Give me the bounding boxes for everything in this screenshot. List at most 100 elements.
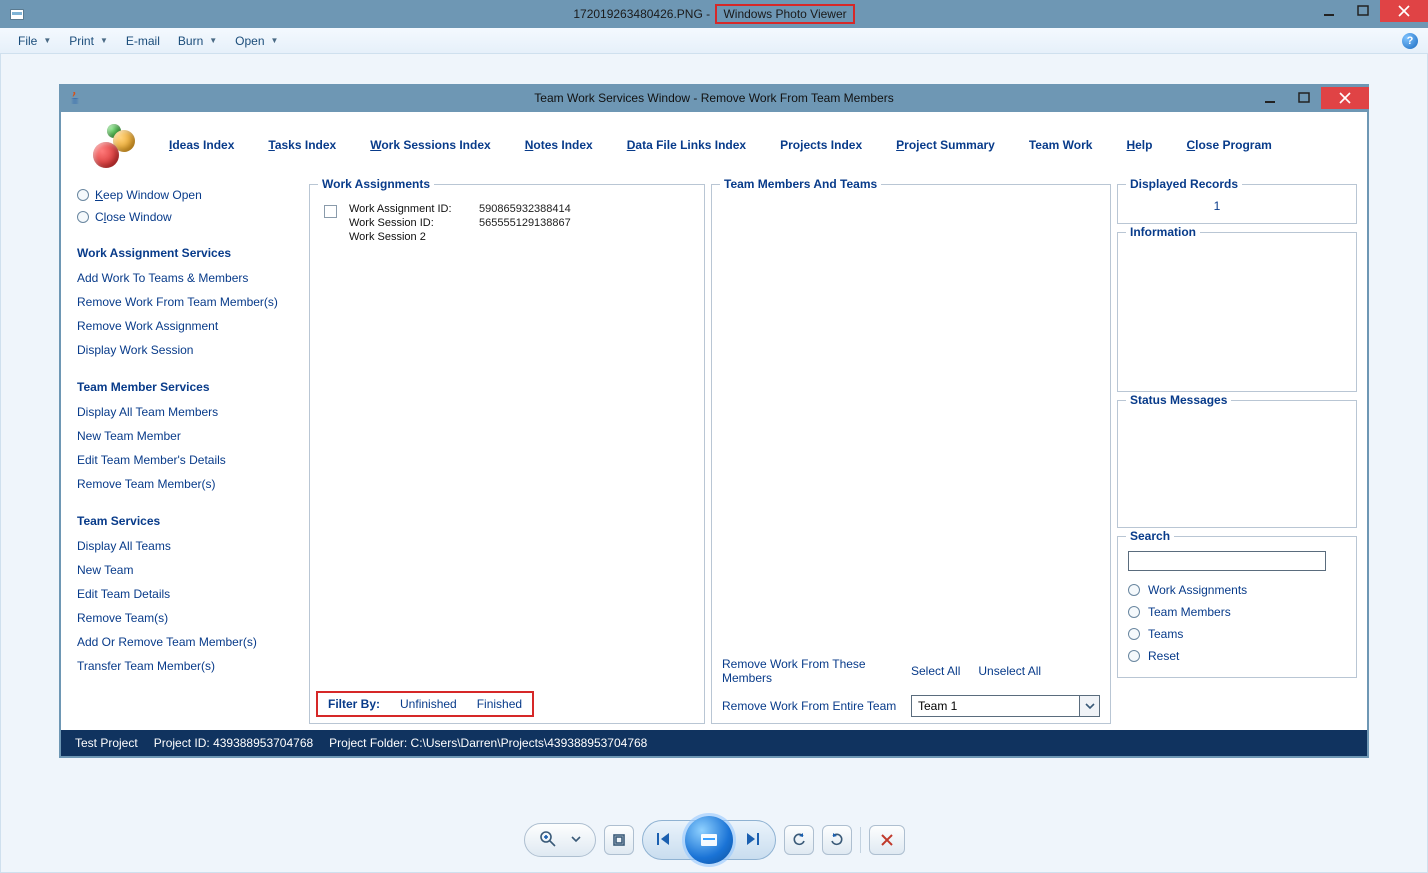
link-display-all-members[interactable]: Display All Team Members: [75, 400, 303, 424]
menu-print[interactable]: Print▼: [61, 31, 116, 51]
help-icon[interactable]: ?: [1402, 33, 1418, 49]
inner-minimize-button[interactable]: [1253, 87, 1287, 109]
inner-title-text: Team Work Services Window - Remove Work …: [59, 91, 1369, 105]
menu-open[interactable]: Open▼: [227, 31, 286, 51]
photo-viewer-icon: [10, 9, 24, 20]
status-project-folder: Project Folder: C:\Users\Darren\Projects…: [329, 736, 647, 750]
section-team-services: Team Services: [77, 514, 303, 528]
panel-title-status-messages: Status Messages: [1126, 393, 1231, 407]
nav-close-program[interactable]: Close Program: [1186, 138, 1271, 152]
menu-burn[interactable]: Burn▼: [170, 31, 225, 51]
link-unselect-all[interactable]: Unselect All: [978, 664, 1041, 678]
link-remove-member[interactable]: Remove Team Member(s): [75, 472, 303, 496]
ws-name: Work Session 2: [349, 231, 479, 243]
rotate-cw-button[interactable]: [822, 825, 852, 855]
combo-dropdown-button[interactable]: [1079, 696, 1099, 716]
work-assignment-details: Work Assignment ID: 590865932388414 Work…: [349, 203, 571, 243]
rotate-ccw-button[interactable]: [784, 825, 814, 855]
wa-id-value: 590865932388414: [479, 203, 571, 215]
viewer-area: Team Work Services Window - Remove Work …: [0, 54, 1428, 873]
nav-team-work[interactable]: Team Work: [1029, 138, 1093, 152]
ws-id-label: Work Session ID:: [349, 217, 479, 229]
slideshow-button[interactable]: [685, 816, 733, 864]
nav-notes-index[interactable]: Notes Index: [525, 138, 593, 152]
link-new-member[interactable]: New Team Member: [75, 424, 303, 448]
menu-file[interactable]: File▼: [10, 31, 59, 51]
nav-tasks-index[interactable]: Tasks Index: [268, 138, 336, 152]
outer-title-bar: 172019263480426.PNG - Windows Photo View…: [0, 0, 1428, 28]
displayed-records-value: 1: [1128, 199, 1306, 213]
panel-team-members: Team Members And Teams Remove Work From …: [711, 184, 1111, 724]
team-select-combo[interactable]: [911, 695, 1100, 717]
link-new-team[interactable]: New Team: [75, 558, 303, 582]
search-radio-team-members[interactable]: Team Members: [1128, 601, 1346, 623]
fit-to-window-button[interactable]: [604, 825, 634, 855]
search-radio-reset[interactable]: Reset: [1128, 645, 1346, 667]
nav-projects-index[interactable]: Projects Index: [780, 138, 862, 152]
nav-project-summary[interactable]: Project Summary: [896, 138, 995, 152]
radio-close-window[interactable]: Close Window: [75, 206, 303, 228]
nav-help[interactable]: Help: [1126, 138, 1152, 152]
zoom-group: [524, 823, 596, 857]
panel-information: Information: [1117, 232, 1357, 392]
nav-links: Ideas Index Tasks Index Work Sessions In…: [169, 138, 1272, 152]
panel-search: Search Work Assignments Team Members Tea…: [1117, 536, 1357, 678]
filter-label: Filter By:: [328, 697, 380, 711]
status-project-id: Project ID: 439388953704768: [154, 736, 313, 750]
link-edit-team[interactable]: Edit Team Details: [75, 582, 303, 606]
panel-work-assignments: Work Assignments Work Assignment ID: 590…: [309, 184, 705, 724]
close-button[interactable]: [1380, 0, 1428, 22]
chevron-down-icon: ▼: [100, 36, 108, 45]
nav-work-sessions-index[interactable]: Work Sessions Index: [370, 138, 491, 152]
link-edit-member[interactable]: Edit Team Member's Details: [75, 448, 303, 472]
link-add-work[interactable]: Add Work To Teams & Members: [75, 266, 303, 290]
radio-icon: [1128, 650, 1140, 662]
panel-title-work-assignments: Work Assignments: [318, 177, 434, 191]
link-display-work-session[interactable]: Display Work Session: [75, 338, 303, 362]
section-work-assignment-services: Work Assignment Services: [77, 246, 303, 260]
inner-maximize-button[interactable]: [1287, 87, 1321, 109]
chevron-down-icon: ▼: [271, 36, 279, 45]
filter-finished[interactable]: Finished: [477, 697, 522, 711]
top-nav: Ideas Index Tasks Index Work Sessions In…: [61, 112, 1367, 172]
chevron-down-icon[interactable]: [571, 833, 581, 847]
panel-title-information: Information: [1126, 225, 1200, 239]
link-add-remove-members[interactable]: Add Or Remove Team Member(s): [75, 630, 303, 654]
link-remove-team[interactable]: Remove Team(s): [75, 606, 303, 630]
nav-ideas-index[interactable]: Ideas Index: [169, 138, 234, 152]
link-remove-work-members[interactable]: Remove Work From Team Member(s): [75, 290, 303, 314]
link-display-teams[interactable]: Display All Teams: [75, 534, 303, 558]
panel-title-team-members: Team Members And Teams: [720, 177, 881, 191]
link-remove-work-assignment[interactable]: Remove Work Assignment: [75, 314, 303, 338]
radio-keep-window-open[interactable]: Keep Window Open: [75, 184, 303, 206]
delete-button[interactable]: [869, 825, 905, 855]
status-bar: Test Project Project ID: 439388953704768…: [61, 730, 1367, 756]
search-radio-teams[interactable]: Teams: [1128, 623, 1346, 645]
content-row: Keep Window Open Close Window Work Assig…: [61, 172, 1367, 730]
checkbox[interactable]: [324, 205, 337, 218]
radio-icon: [1128, 584, 1140, 596]
next-button[interactable]: [743, 831, 763, 850]
team-select-input[interactable]: [912, 696, 1079, 716]
inner-close-button[interactable]: [1321, 87, 1369, 109]
minimize-button[interactable]: [1312, 0, 1346, 22]
app-logo-icon: [89, 122, 135, 168]
radio-icon: [77, 211, 89, 223]
maximize-button[interactable]: [1346, 0, 1380, 22]
label-remove-members: Remove Work From These Members: [722, 657, 899, 685]
search-input[interactable]: [1128, 551, 1326, 571]
java-app-window: Team Work Services Window - Remove Work …: [59, 84, 1369, 758]
outer-window-controls: [1312, 0, 1428, 28]
nav-controls: [642, 820, 776, 860]
zoom-icon[interactable]: [539, 830, 557, 851]
nav-data-file-links-index[interactable]: Data File Links Index: [627, 138, 746, 152]
prev-button[interactable]: [655, 831, 675, 850]
wa-id-label: Work Assignment ID:: [349, 203, 479, 215]
search-radio-work-assignments[interactable]: Work Assignments: [1128, 579, 1346, 601]
link-select-all[interactable]: Select All: [911, 664, 960, 678]
filter-unfinished[interactable]: Unfinished: [400, 697, 457, 711]
work-assignment-item[interactable]: Work Assignment ID: 590865932388414 Work…: [324, 203, 690, 243]
radio-icon: [77, 189, 89, 201]
menu-email[interactable]: E-mail: [118, 31, 168, 51]
link-transfer-members[interactable]: Transfer Team Member(s): [75, 654, 303, 678]
